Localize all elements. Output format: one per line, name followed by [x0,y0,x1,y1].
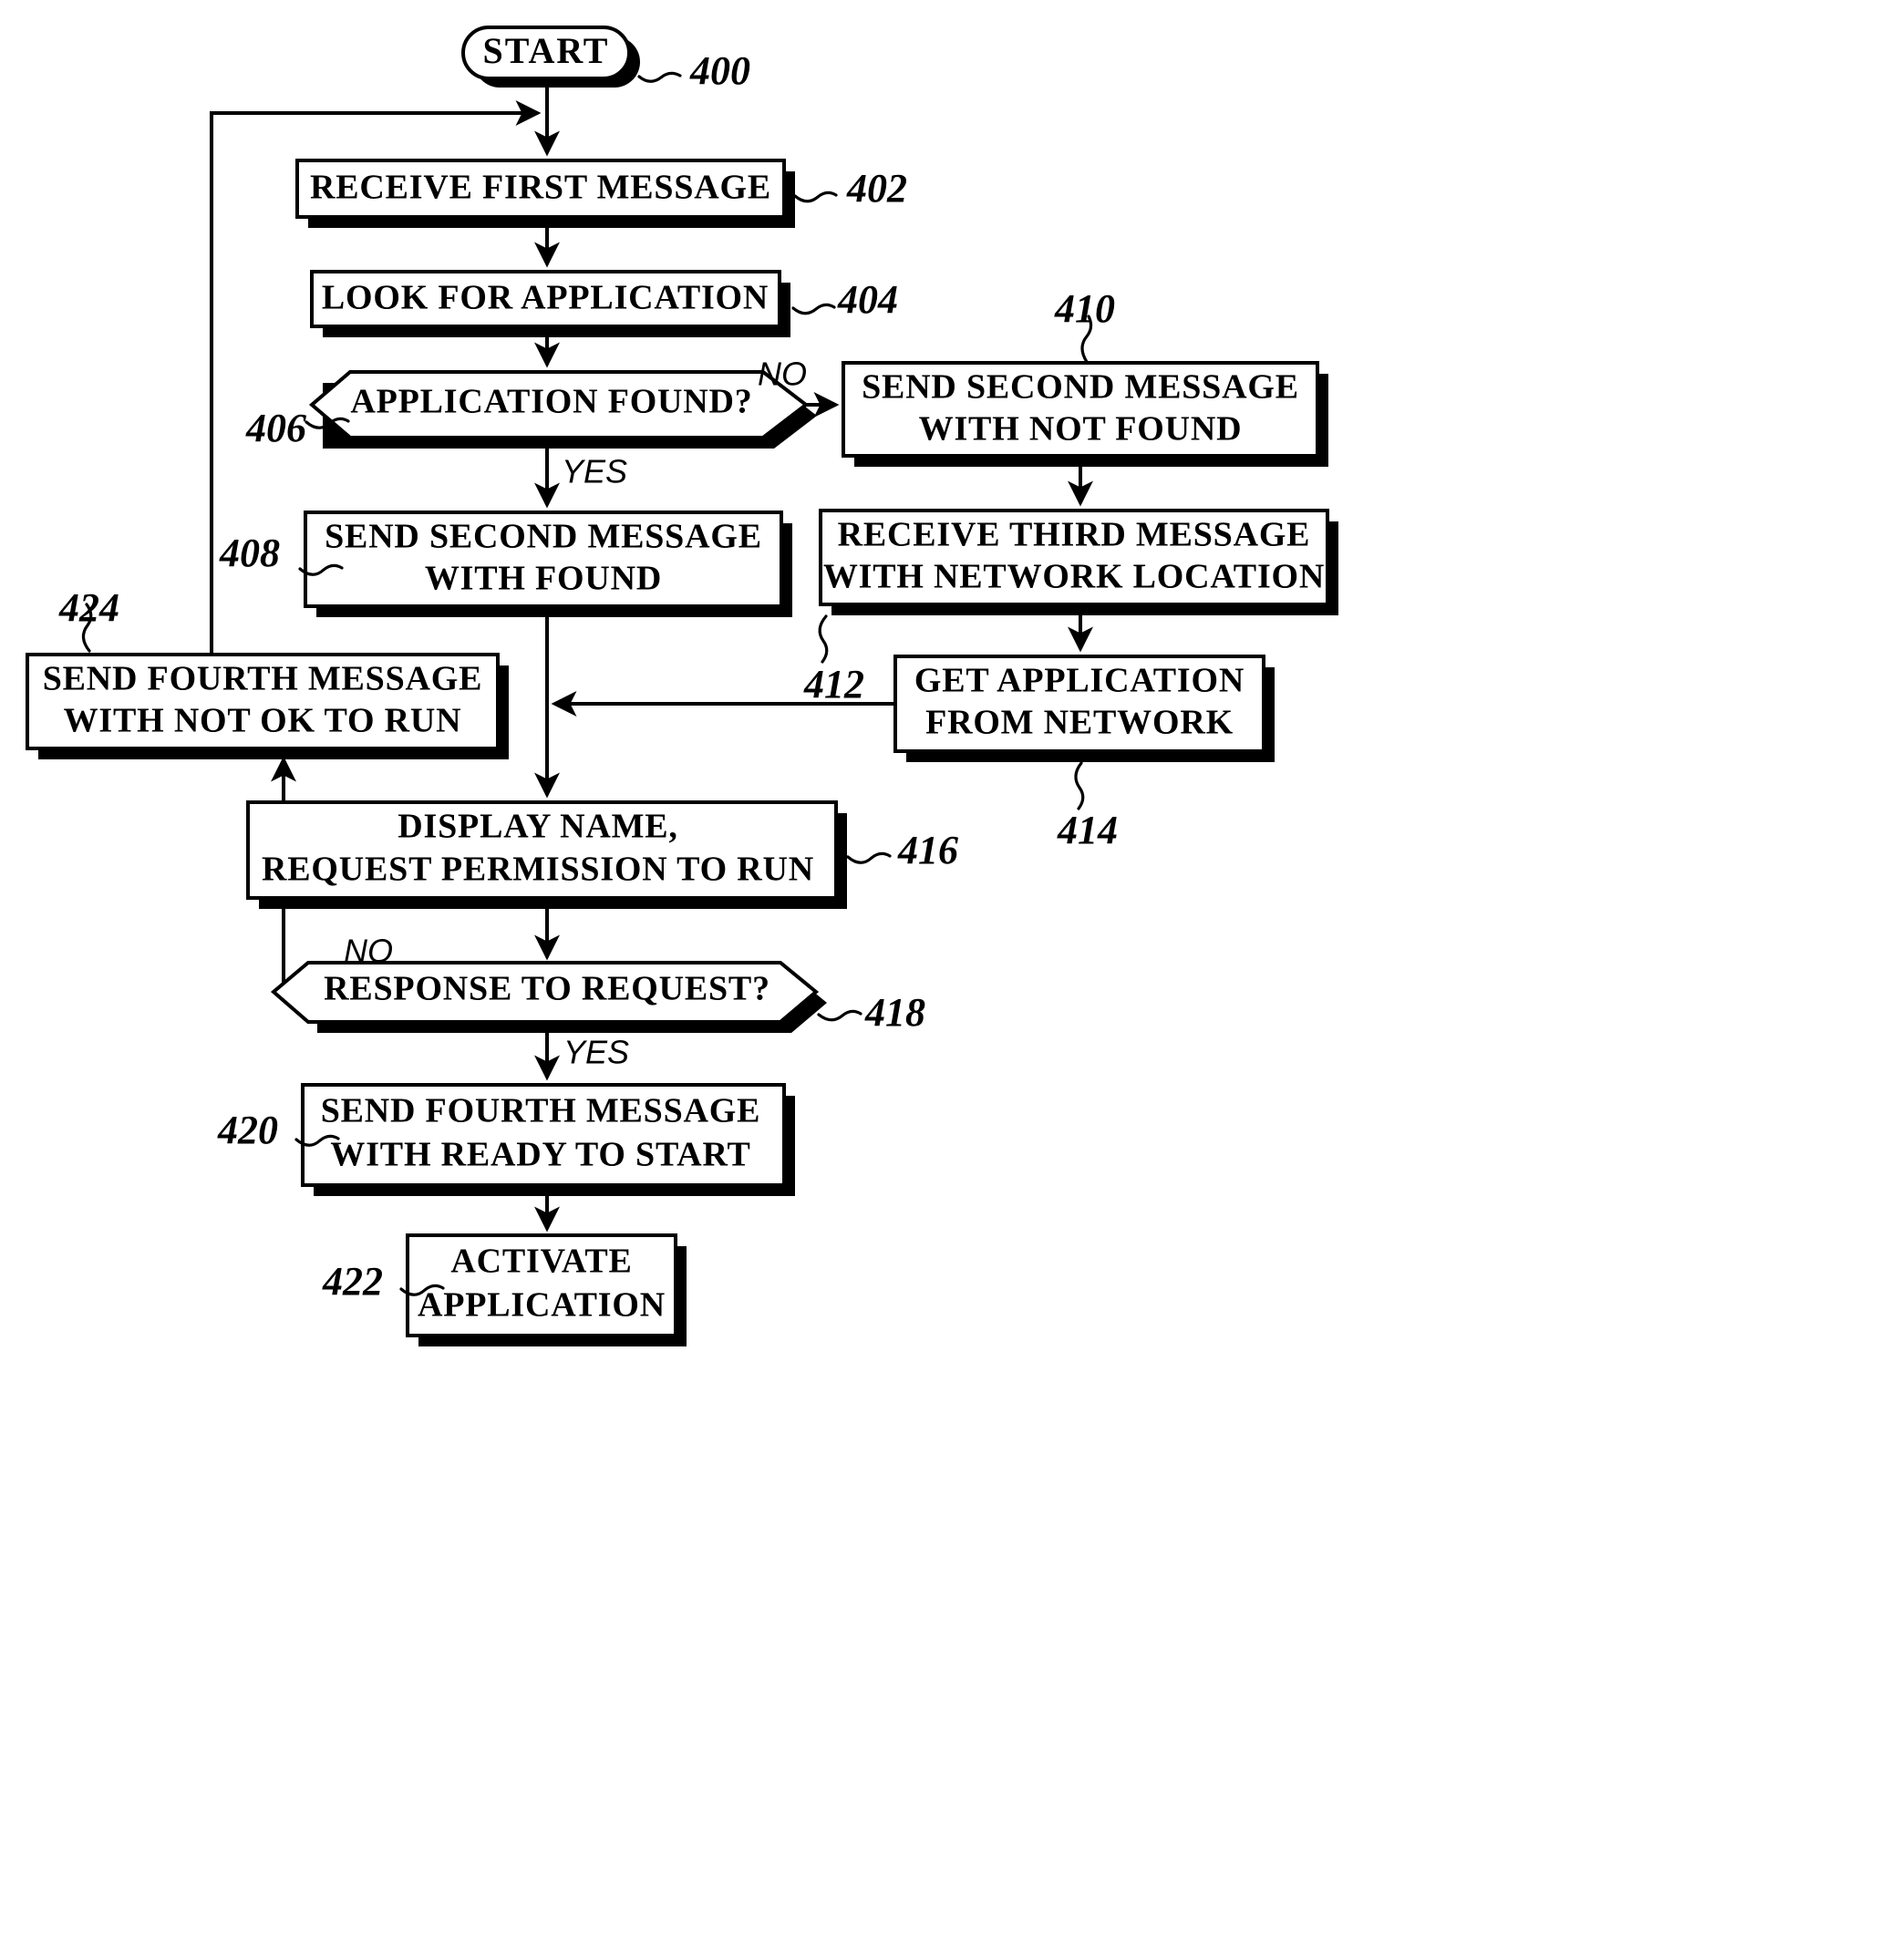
node-408-label-line1: SEND SECOND MESSAGE [325,518,762,556]
node-424-label-line2: WITH NOT OK TO RUN [64,702,462,740]
node-424[interactable]: SEND FOURTH MESSAGE WITH NOT OK TO RUN [26,653,509,759]
node-408-label-line2: WITH FOUND [425,560,662,598]
node-414-label-line2: FROM NETWORK [925,704,1234,742]
node-start-label: START [482,30,609,71]
flowchart-canvas: START 400 RECEIVE FIRST MESSAGE 402 LOOK… [26,26,1338,1346]
ref-400: 400 [637,48,750,93]
ref-406-label: 406 [245,406,306,450]
ref-400-label: 400 [689,48,750,93]
branch-label-418-no: NO [344,933,393,970]
node-406[interactable]: APPLICATION FOUND? [308,370,817,449]
ref-404: 404 [791,277,898,322]
flowchart-figure: START 400 RECEIVE FIRST MESSAGE 402 LOOK… [0,0,1890,1960]
ref-416: 416 [846,828,958,872]
ref-414-leader [1074,761,1085,810]
ref-404-leader [791,303,836,315]
node-416-label-line1: DISPLAY NAME, [398,808,677,846]
ref-402: 402 [793,166,907,211]
node-416-label-line2: REQUEST PERMISSION TO RUN [262,851,814,889]
ref-400-leader [637,71,682,83]
ref-412-leader [818,614,829,664]
branch-label-406-yes: YES [562,453,627,490]
node-402[interactable]: RECEIVE FIRST MESSAGE [295,159,795,228]
ref-414: 414 [1057,761,1118,852]
ref-410-label: 410 [1054,286,1115,331]
node-404[interactable]: LOOK FOR APPLICATION [310,270,790,337]
node-410-label-line2: WITH NOT FOUND [919,410,1243,449]
node-422-label-line1: ACTIVATE [450,1243,632,1281]
node-422[interactable]: ACTIVATE APPLICATION [406,1233,687,1346]
node-420[interactable]: SEND FOURTH MESSAGE WITH READY TO START [301,1083,795,1196]
ref-416-label: 416 [897,828,958,872]
node-402-label: RECEIVE FIRST MESSAGE [310,169,771,207]
ref-420-label: 420 [217,1108,278,1152]
ref-404-label: 404 [837,277,898,322]
ref-424-label: 424 [58,585,119,630]
node-422-label-line2: APPLICATION [418,1286,666,1325]
ref-408-label: 408 [219,531,280,575]
branch-label-406-no: NO [758,356,807,393]
ref-416-leader [846,851,892,864]
node-408[interactable]: SEND SECOND MESSAGE WITH FOUND [304,511,792,617]
node-418-label: RESPONSE TO REQUEST? [324,970,770,1008]
node-414[interactable]: GET APPLICATION FROM NETWORK [893,655,1275,762]
ref-412: 412 [803,614,864,707]
ref-412-label: 412 [803,662,864,707]
node-424-label-line1: SEND FOURTH MESSAGE [43,660,483,698]
node-404-label: LOOK FOR APPLICATION [322,279,769,317]
node-418[interactable]: RESPONSE TO REQUEST? [270,961,827,1033]
ref-414-label: 414 [1057,808,1118,852]
ref-402-label: 402 [846,166,907,211]
ref-418-label: 418 [864,990,925,1035]
node-410[interactable]: SEND SECOND MESSAGE WITH NOT FOUND [842,361,1328,467]
ref-424: 424 [58,585,119,653]
node-start[interactable]: START [461,26,640,88]
branch-label-418-yes: YES [563,1034,629,1071]
node-414-label-line1: GET APPLICATION [914,662,1245,700]
ref-418: 418 [817,990,925,1035]
node-412[interactable]: RECEIVE THIRD MESSAGE WITH NETWORK LOCAT… [819,509,1338,615]
node-420-label-line2: WITH READY TO START [330,1136,750,1174]
node-410-label-line1: SEND SECOND MESSAGE [862,368,1299,407]
node-412-label-line2: WITH NETWORK LOCATION [823,558,1325,596]
ref-418-leader [817,1009,862,1022]
node-412-label-line1: RECEIVE THIRD MESSAGE [838,516,1311,554]
ref-422-label: 422 [322,1259,383,1304]
node-420-label-line1: SEND FOURTH MESSAGE [321,1092,761,1130]
ref-402-leader [793,191,838,203]
ref-410: 410 [1054,286,1115,364]
node-416[interactable]: DISPLAY NAME, REQUEST PERMISSION TO RUN [246,800,847,909]
node-406-label: APPLICATION FOUND? [350,383,752,421]
